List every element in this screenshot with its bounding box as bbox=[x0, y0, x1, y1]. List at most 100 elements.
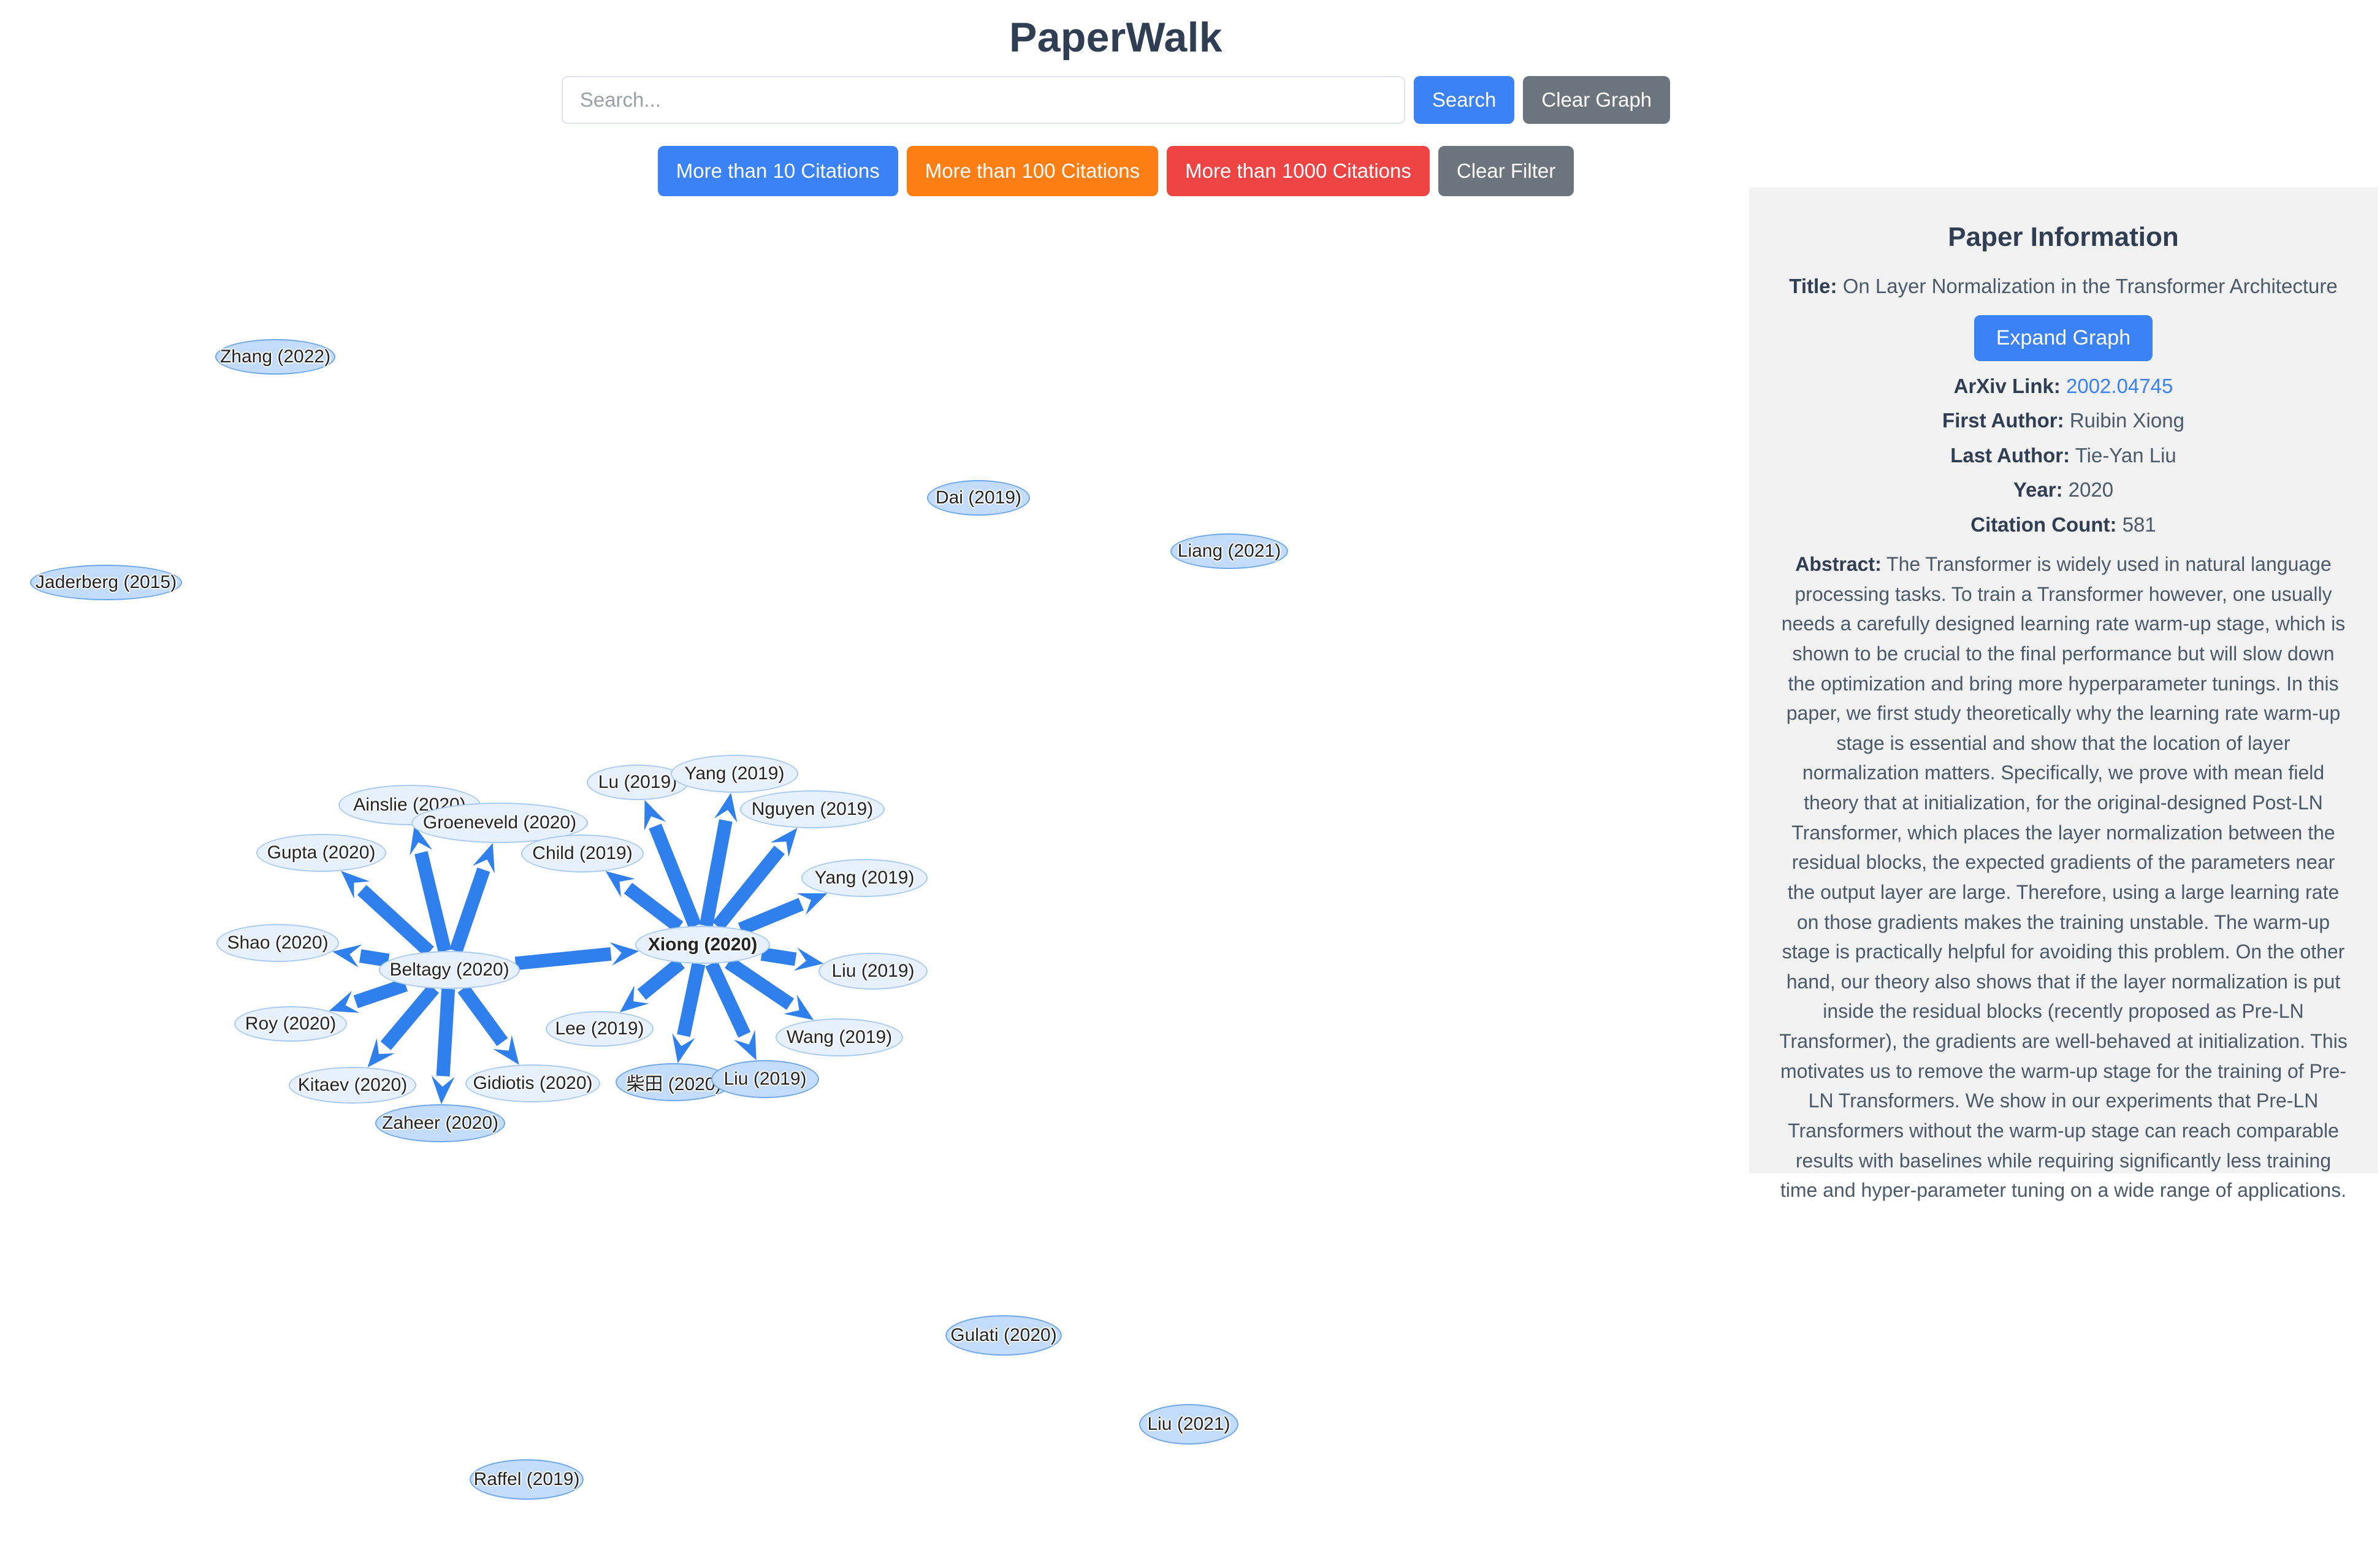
graph-node-label: Groeneveld (2020) bbox=[422, 812, 577, 833]
first-author-label: First Author: bbox=[1942, 409, 2064, 432]
graph-node-label: Beltagy (2020) bbox=[389, 960, 509, 980]
graph-edge bbox=[414, 851, 452, 953]
filter-1000-citations-button[interactable]: More than 1000 Citations bbox=[1167, 146, 1430, 196]
arxiv-link-value[interactable]: 2002.04745 bbox=[2066, 375, 2173, 397]
graph-edge-arrowhead bbox=[796, 893, 828, 915]
graph-node-label: Zhang (2022) bbox=[219, 346, 331, 367]
graph-node[interactable]: Raffel (2019) bbox=[470, 1459, 584, 1500]
graph-node[interactable]: Lee (2019) bbox=[546, 1011, 654, 1047]
graph-node[interactable]: Liu (2021) bbox=[1139, 1404, 1238, 1445]
graph-edge-arrowhead bbox=[672, 1033, 695, 1064]
graph-node-label: Liang (2021) bbox=[1177, 541, 1281, 561]
clear-graph-button[interactable]: Clear Graph bbox=[1523, 76, 1671, 124]
graph-node-label: Gupta (2020) bbox=[267, 842, 376, 863]
graph-edge-arrowhead bbox=[472, 842, 495, 874]
abstract-label: Abstract: bbox=[1795, 553, 1882, 575]
last-author-row: Last Author: Tie-Yan Liu bbox=[1776, 440, 2351, 471]
graph-node[interactable]: Zaheer (2020) bbox=[375, 1104, 505, 1142]
graph-node[interactable]: Zhang (2022) bbox=[215, 339, 335, 375]
graph-node[interactable]: Beltagy (2020) bbox=[379, 951, 520, 989]
graph-node-label: Child (2019) bbox=[532, 843, 633, 863]
graph-edge bbox=[457, 984, 508, 1047]
graph-edge bbox=[353, 978, 408, 1009]
expand-graph-button[interactable]: Expand Graph bbox=[1974, 315, 2153, 361]
citation-count-label: Citation Count: bbox=[1970, 513, 2117, 536]
arxiv-link-row: ArXiv Link: 2002.04745 bbox=[1776, 371, 2351, 402]
graph-node-label: Liu (2019) bbox=[831, 961, 915, 981]
graph-node[interactable]: Liu (2019) bbox=[711, 1060, 819, 1098]
graph-node-label: Yang (2019) bbox=[814, 868, 915, 888]
graph-node[interactable]: Yang (2019) bbox=[801, 859, 928, 897]
graph-node[interactable]: Nguyen (2019) bbox=[740, 790, 885, 828]
graph-edge bbox=[380, 984, 440, 1050]
graph-edge bbox=[624, 882, 684, 933]
graph-edge bbox=[677, 962, 706, 1037]
paperwalk-app: PaperWalk Search Clear Graph More than 1… bbox=[0, 0, 2380, 1550]
graph-edge-arrowhead bbox=[329, 990, 360, 1013]
graph-edge bbox=[637, 957, 685, 1000]
citation-graph-canvas[interactable]: Zhang (2022) Jaderberg (2015) Dai (2019) Li… bbox=[0, 190, 1741, 1550]
graph-node-label: Yang (2019) bbox=[684, 763, 785, 784]
abstract-row: Abstract: The Transformer is widely used… bbox=[1776, 549, 2351, 1205]
graph-edge bbox=[357, 885, 434, 957]
panel-heading: Paper Information bbox=[1948, 222, 2179, 252]
abstract-value: The Transformer is widely used in natura… bbox=[1779, 553, 2348, 1202]
graph-node-label: Lu (2019) bbox=[598, 772, 677, 792]
graph-node-label: Liu (2021) bbox=[1147, 1414, 1230, 1434]
first-author-row: First Author: Ruibin Xiong bbox=[1776, 405, 2351, 436]
graph-node-label: Kitaev (2020) bbox=[297, 1075, 408, 1095]
graph-node[interactable]: Shao (2020) bbox=[216, 924, 339, 962]
graph-node-label: Zaheer (2020) bbox=[381, 1113, 499, 1133]
graph-node-label: Shao (2020) bbox=[227, 933, 329, 953]
graph-edge-arrowhead bbox=[609, 942, 639, 966]
graph-node[interactable]: Jaderberg (2015) bbox=[30, 565, 182, 600]
graph-node-label: Gidiotis (2020) bbox=[473, 1073, 593, 1093]
graph-edge-arrowhead bbox=[431, 1075, 455, 1105]
graph-node[interactable]: Wang (2019) bbox=[776, 1018, 903, 1056]
graph-node-label: Wang (2019) bbox=[786, 1027, 893, 1047]
graph-node[interactable]: Liang (2021) bbox=[1170, 533, 1288, 569]
graph-node-label: Xiong (2020) bbox=[647, 934, 758, 955]
last-author-label: Last Author: bbox=[1950, 443, 2070, 467]
graph-edge bbox=[514, 947, 612, 971]
graph-node-label: Raffel (2019) bbox=[473, 1469, 580, 1489]
graph-node[interactable]: Dai (2019) bbox=[927, 480, 1030, 516]
graph-node-label: 柴田 (2020) bbox=[626, 1074, 722, 1094]
search-bar: Search Clear Graph bbox=[0, 76, 2232, 124]
graph-edge bbox=[738, 898, 804, 936]
graph-edge bbox=[449, 867, 490, 953]
graph-node-label: Liu (2019) bbox=[723, 1069, 807, 1089]
filter-100-citations-button[interactable]: More than 100 Citations bbox=[906, 146, 1159, 196]
filter-10-citations-button[interactable]: More than 10 Citations bbox=[657, 146, 898, 196]
graph-node[interactable]: Gidiotis (2020) bbox=[465, 1064, 600, 1102]
paper-title-value: On Layer Normalization in the Transforme… bbox=[1842, 275, 2338, 297]
graph-node[interactable]: Yang (2019) bbox=[671, 755, 798, 793]
graph-node-label: Jaderberg (2015) bbox=[35, 572, 177, 592]
expand-graph-row: Expand Graph bbox=[1776, 315, 2351, 361]
graph-node[interactable]: Xiong (2020) bbox=[635, 926, 770, 964]
graph-node-label: Roy (2020) bbox=[245, 1014, 337, 1034]
graph-node[interactable]: Child (2019) bbox=[521, 834, 644, 872]
graph-node[interactable]: Kitaev (2020) bbox=[289, 1067, 416, 1104]
graph-node-label: Nguyen (2019) bbox=[751, 799, 874, 819]
graph-node[interactable]: Gulati (2020) bbox=[945, 1315, 1062, 1356]
graph-edge bbox=[725, 956, 795, 1010]
clear-filter-button[interactable]: Clear Filter bbox=[1438, 146, 1574, 196]
paper-title-row: Title: On Layer Normalization in the Tra… bbox=[1776, 271, 2351, 302]
year-row: Year: 2020 bbox=[1776, 475, 2351, 505]
graph-node[interactable]: Gupta (2020) bbox=[256, 834, 386, 872]
graph-node-label: Lee (2019) bbox=[555, 1018, 644, 1039]
page-title: PaperWalk bbox=[1009, 14, 1222, 61]
paper-title-label: Title: bbox=[1789, 275, 1837, 297]
graph-node[interactable]: Liu (2019) bbox=[818, 953, 928, 990]
first-author-value: Ruibin Xiong bbox=[2069, 409, 2184, 432]
search-input[interactable] bbox=[561, 76, 1405, 124]
year-label: Year: bbox=[2013, 478, 2063, 501]
graph-edge bbox=[359, 949, 390, 968]
arxiv-link-label: ArXiv Link: bbox=[1953, 374, 2061, 397]
graph-node[interactable]: Roy (2020) bbox=[234, 1006, 347, 1042]
graph-node-label: Dai (2019) bbox=[935, 487, 1022, 508]
citation-count-value: 581 bbox=[2122, 513, 2156, 536]
search-button[interactable]: Search bbox=[1413, 76, 1515, 124]
citation-count-row: Citation Count: 581 bbox=[1776, 510, 2351, 540]
